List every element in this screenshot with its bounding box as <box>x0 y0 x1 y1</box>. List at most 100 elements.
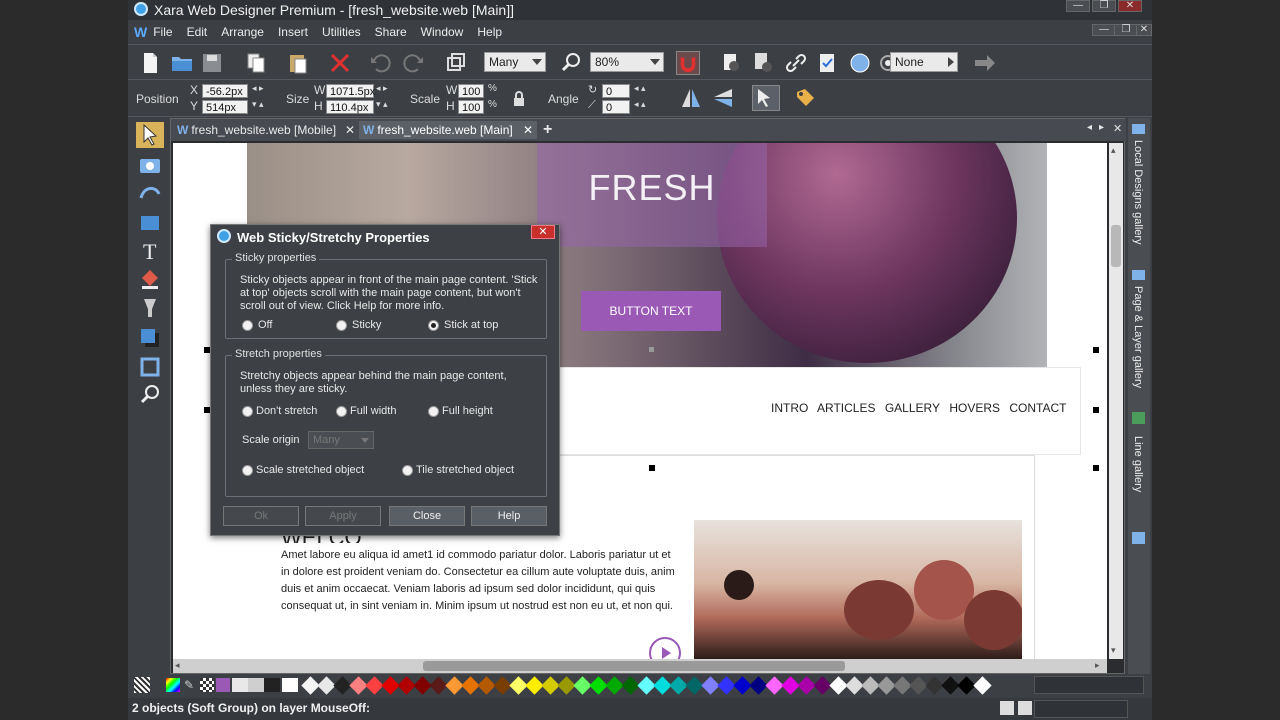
zoom-combo[interactable]: 80% <box>590 52 664 72</box>
rectangle-tool-icon[interactable] <box>136 210 164 236</box>
sticky-sticky-radio[interactable] <box>336 320 347 331</box>
close-icon[interactable]: ✕ <box>1118 0 1142 12</box>
vertical-scroll-thumb[interactable] <box>1111 225 1121 267</box>
menu-edit[interactable]: Edit <box>187 25 208 39</box>
swatch-white[interactable] <box>282 678 298 692</box>
copy-icon[interactable] <box>244 51 268 75</box>
nav-gallery[interactable]: GALLERY <box>885 401 940 415</box>
maximize-icon[interactable]: ❐ <box>1092 0 1116 12</box>
w-stepper-icon[interactable]: ◂ ▸ <box>376 83 388 94</box>
sticky-off-radio[interactable] <box>242 320 253 331</box>
add-tab-button[interactable]: + <box>539 121 559 139</box>
dialog-close-icon[interactable]: ✕ <box>531 225 555 239</box>
eyedropper-icon[interactable]: ✎ <box>184 678 196 692</box>
no-color-icon[interactable] <box>134 677 150 693</box>
doc-restore-icon[interactable]: ❐ <box>1114 24 1138 36</box>
open-folder-icon[interactable] <box>170 51 194 75</box>
horizontal-scrollbar[interactable]: ◂ ▸ <box>173 659 1107 673</box>
color-swatch[interactable] <box>973 676 992 695</box>
doc-close-icon[interactable]: ✕ <box>1136 24 1152 36</box>
nav-contact[interactable]: CONTACT <box>1009 401 1066 415</box>
menu-utilities[interactable]: Utilities <box>322 25 361 39</box>
sticky-sticky-label[interactable]: Sticky <box>352 319 381 331</box>
skew-stepper-icon[interactable]: ◂ ▴ <box>634 99 646 110</box>
y-position-field[interactable]: 514px <box>202 100 248 114</box>
swatch-black[interactable] <box>264 678 280 692</box>
tag-label-icon[interactable] <box>794 87 816 109</box>
scroll-up-icon[interactable]: ▴ <box>1111 145 1116 156</box>
delete-icon[interactable] <box>328 51 352 75</box>
tab-scroll-left-icon[interactable]: ◂ <box>1087 122 1092 133</box>
hero-button[interactable]: BUTTON TEXT <box>581 291 721 331</box>
x-stepper-icon[interactable]: ◂ ▸ <box>252 83 264 94</box>
full-width-radio[interactable] <box>336 406 347 417</box>
tab-mobile[interactable]: Wfresh_website.web [Mobile] ✕ <box>173 121 359 139</box>
redo-icon[interactable] <box>402 51 426 75</box>
snap-magnet-icon[interactable] <box>676 51 700 75</box>
angle-field[interactable]: 0 <box>602 84 630 98</box>
apply-button[interactable]: Apply <box>305 506 381 526</box>
arrow-right-icon[interactable] <box>972 51 996 75</box>
stick-at-top-label[interactable]: Stick at top <box>444 319 498 331</box>
dont-stretch-label[interactable]: Don't stretch <box>256 405 317 417</box>
frame-tool-icon[interactable] <box>136 354 164 380</box>
scale-stretched-label[interactable]: Scale stretched object <box>256 464 364 476</box>
local-designs-gallery-tab[interactable]: Local Designs gallery <box>1132 140 1144 245</box>
scale-origin-select[interactable]: Many <box>308 431 374 449</box>
lock-aspect-icon[interactable] <box>512 91 526 107</box>
width-field[interactable]: 1071.5px <box>326 84 375 98</box>
scroll-right-icon[interactable]: ▸ <box>1095 660 1100 671</box>
tab-close-icon[interactable]: ✕ <box>523 123 533 137</box>
preview-icon[interactable] <box>720 51 744 75</box>
play-button-icon[interactable] <box>649 637 681 659</box>
menu-help[interactable]: Help <box>477 25 502 39</box>
help-button[interactable]: Help <box>471 506 547 526</box>
tab-main[interactable]: Wfresh_website.web [Main] ✕ <box>359 121 537 139</box>
line-gallery-icon[interactable] <box>1132 412 1145 424</box>
text-tool-icon[interactable]: T <box>136 238 164 264</box>
fill-gallery-icon[interactable] <box>1132 532 1145 544</box>
full-height-radio[interactable] <box>428 406 439 417</box>
page-layer-gallery-tab[interactable]: Page & Layer gallery <box>1132 286 1144 388</box>
tile-stretched-label[interactable]: Tile stretched object <box>416 464 514 476</box>
full-height-label[interactable]: Full height <box>442 405 493 417</box>
dont-stretch-radio[interactable] <box>242 406 253 417</box>
minimize-icon[interactable]: — <box>1066 0 1090 12</box>
menu-share[interactable]: Share <box>375 25 407 39</box>
local-designs-icon[interactable] <box>1132 124 1145 134</box>
zoom-tool-icon[interactable] <box>560 51 584 75</box>
swatch-light[interactable] <box>232 678 248 692</box>
undo-icon[interactable] <box>368 51 392 75</box>
tile-stretched-radio[interactable] <box>402 465 413 476</box>
rotation-center-handle[interactable] <box>649 347 654 352</box>
selection-handle[interactable] <box>1093 347 1099 353</box>
menu-insert[interactable]: Insert <box>278 25 308 39</box>
quality-combo[interactable]: Many <box>484 52 546 72</box>
scale-stretched-radio[interactable] <box>242 465 253 476</box>
save-icon[interactable] <box>200 51 224 75</box>
shadow-tool-icon[interactable] <box>136 324 164 350</box>
doc-minimize-icon[interactable]: — <box>1092 24 1116 36</box>
stick-at-top-radio[interactable] <box>428 320 439 331</box>
line-gallery-tab[interactable]: Line gallery <box>1132 436 1144 492</box>
selector-tool-icon[interactable] <box>136 122 164 148</box>
photo-tool-icon[interactable] <box>136 152 164 178</box>
transform-icon[interactable] <box>444 51 468 75</box>
selection-handle[interactable] <box>1093 465 1099 471</box>
angle-stepper-icon[interactable]: ◂ ▴ <box>634 83 646 94</box>
selection-handle[interactable] <box>649 465 655 471</box>
scale-width-field[interactable]: 100 <box>458 84 484 98</box>
height-field[interactable]: 110.4px <box>326 100 374 114</box>
menu-file[interactable]: File <box>153 25 172 39</box>
preview-all-icon[interactable] <box>752 51 776 75</box>
sticky-off-label[interactable]: Off <box>258 319 272 331</box>
page-icon[interactable] <box>1000 701 1014 715</box>
tab-close-icon[interactable]: ✕ <box>345 123 355 137</box>
swatch-purple[interactable] <box>216 678 230 692</box>
scroll-down-icon[interactable]: ▾ <box>1111 645 1116 656</box>
tabs-close-icon[interactable]: ✕ <box>1113 122 1122 135</box>
flip-horizontal-icon[interactable] <box>680 87 702 109</box>
checklist-icon[interactable] <box>816 51 840 75</box>
close-button[interactable]: Close <box>389 506 465 526</box>
flip-vertical-icon[interactable] <box>712 87 734 109</box>
